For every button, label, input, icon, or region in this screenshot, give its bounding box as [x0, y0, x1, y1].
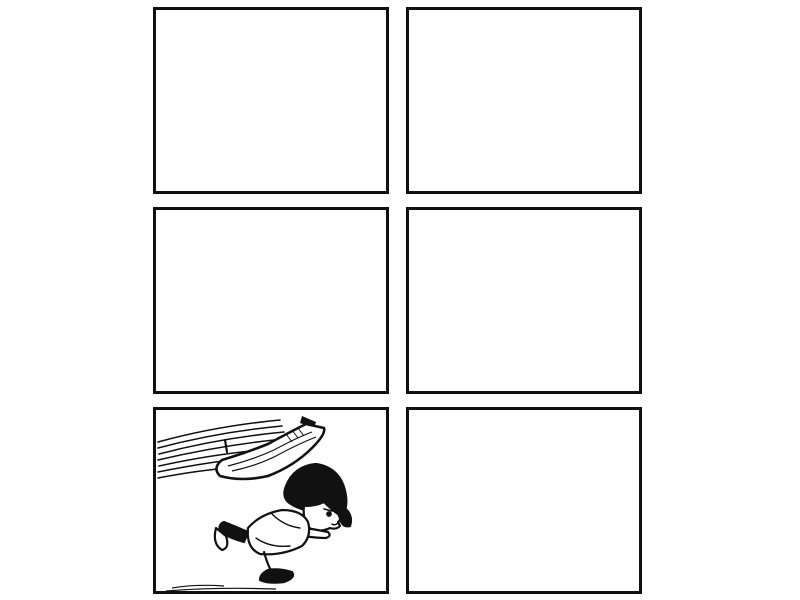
comic-panel-3 [153, 207, 389, 394]
comic-panel-6 [406, 407, 642, 594]
comic-strip-page [0, 0, 800, 600]
ground-lines [165, 584, 277, 591]
running-girl [213, 462, 353, 584]
comic-panel-4 [406, 207, 642, 394]
comic-panel-1 [153, 7, 389, 194]
comic-panel-2 [406, 7, 642, 194]
swing-scene-illustration [157, 416, 353, 591]
comic-panel-5 [153, 407, 389, 594]
